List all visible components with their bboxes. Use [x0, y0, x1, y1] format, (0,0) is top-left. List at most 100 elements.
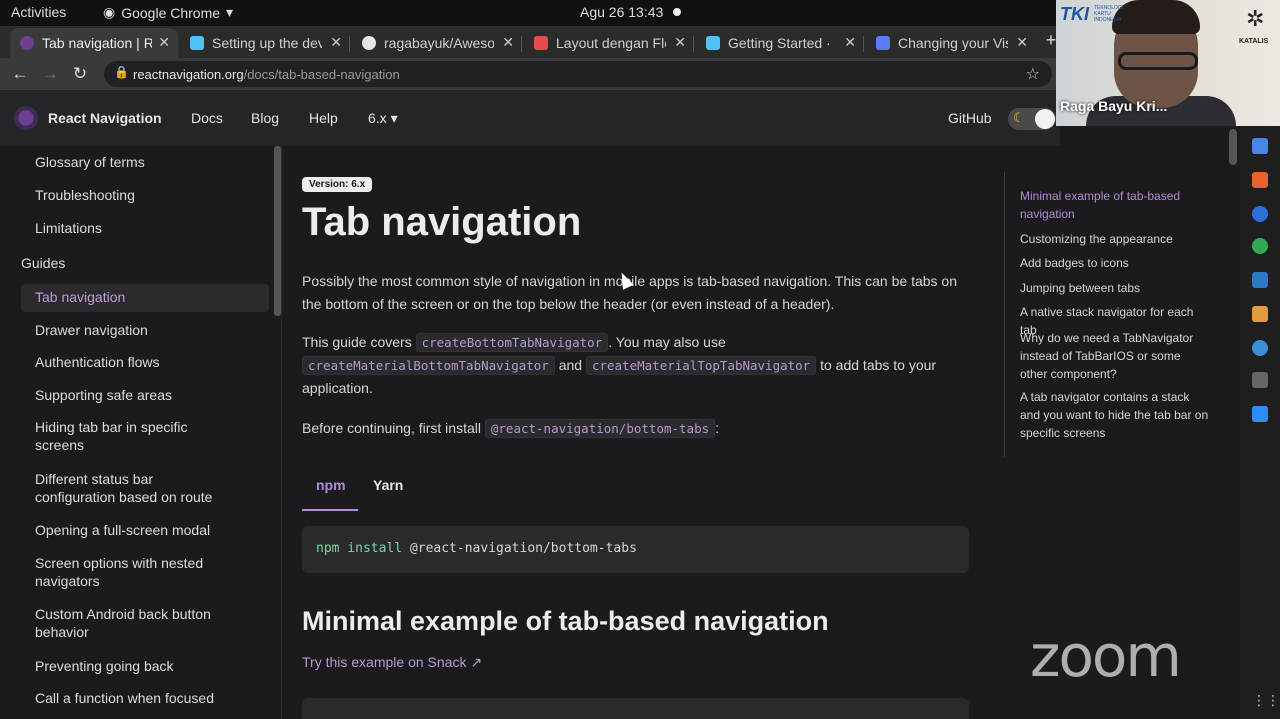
- app-menu-label: Google Chrome: [121, 4, 221, 21]
- sidebar-scrollbar[interactable]: [274, 146, 281, 316]
- snack-link[interactable]: Try this example on Snack ↗: [302, 654, 482, 671]
- page-scrollbar[interactable]: [1226, 126, 1240, 719]
- sidebar-item[interactable]: Drawer navigation: [35, 321, 255, 339]
- terminal-app-icon[interactable]: [1252, 372, 1268, 388]
- close-tab-icon[interactable]: ✕: [1016, 34, 1028, 51]
- sidebar-item[interactable]: Hiding tab bar in specific screens: [35, 418, 215, 454]
- browser-tab[interactable]: Tab navigation | R ✕: [10, 28, 178, 58]
- toc-item[interactable]: A tab navigator contains a stack and you…: [1020, 388, 1210, 442]
- url-text: reactnavigation.org/docs/tab-based-navig…: [133, 67, 400, 82]
- sync-app-icon[interactable]: [1252, 340, 1268, 356]
- sidebar-item[interactable]: Call a function when focused: [35, 689, 255, 707]
- favicon-icon: [20, 36, 34, 50]
- close-tab-icon[interactable]: ✕: [158, 34, 170, 51]
- toc-item[interactable]: Add badges to icons: [1020, 254, 1210, 272]
- reload-icon[interactable]: ↻: [68, 62, 92, 86]
- text: and: [558, 357, 583, 373]
- close-tab-icon[interactable]: ✕: [502, 34, 514, 51]
- favicon-icon: [534, 36, 548, 50]
- app-dock: ⋮⋮: [1240, 126, 1280, 719]
- sidebar-item[interactable]: Limitations: [35, 219, 255, 237]
- toc-item[interactable]: Minimal example of tab-based navigation: [1020, 187, 1210, 223]
- browser-tab[interactable]: ragabayuk/Aweso ✕: [352, 28, 522, 58]
- snack-link-label: Try this example on Snack: [302, 654, 467, 670]
- github-icon: [362, 36, 376, 50]
- tab-separator: [521, 36, 522, 52]
- vscode-app-icon[interactable]: [1252, 272, 1268, 288]
- tab-npm[interactable]: npm: [316, 477, 346, 493]
- zoom-app-icon[interactable]: [1252, 406, 1268, 422]
- back-icon[interactable]: ←: [8, 62, 32, 86]
- tab-separator: [349, 36, 350, 52]
- bookmark-star-icon[interactable]: ☆: [1026, 64, 1040, 84]
- sidebar-item-tab-navigation[interactable]: Tab navigation: [35, 288, 255, 306]
- zoom-watermark: zoom: [1030, 622, 1182, 690]
- lock-icon[interactable]: 🔒: [114, 65, 129, 79]
- forward-icon[interactable]: →: [38, 62, 62, 86]
- close-tab-icon[interactable]: ✕: [674, 34, 686, 51]
- sidebar-item[interactable]: Screen options with nested navigators: [35, 554, 225, 590]
- tab-title: Setting up the dev: [212, 35, 322, 51]
- active-tab-underline: [302, 509, 358, 511]
- text: . You may also use: [608, 334, 726, 350]
- url-domain: reactnavigation.org: [133, 67, 244, 82]
- activities-button[interactable]: Activities: [11, 4, 66, 20]
- nav-link-docs[interactable]: Docs: [191, 110, 223, 126]
- tab-title: Getting Started ·: [728, 35, 831, 51]
- tab-title: Layout dengan Fle: [556, 35, 666, 51]
- caret-down-icon: ▾: [390, 110, 398, 126]
- docs-app-icon[interactable]: [1252, 138, 1268, 154]
- section-heading: Minimal example of tab-based navigation: [302, 606, 829, 636]
- tab-yarn[interactable]: Yarn: [373, 477, 403, 493]
- sidebar-category-guides[interactable]: Guides: [21, 255, 65, 271]
- site-brand[interactable]: React Navigation: [48, 110, 162, 126]
- sidebar-item[interactable]: Preventing going back: [35, 657, 255, 675]
- covers-paragraph: This guide covers createBottomTabNavigat…: [302, 331, 970, 400]
- clock[interactable]: Agu 26 13:43: [580, 4, 663, 20]
- text: :: [715, 420, 720, 436]
- version-dropdown[interactable]: 6.x ▾: [368, 110, 398, 127]
- browser-tab[interactable]: Layout dengan Fle ✕: [524, 28, 694, 58]
- sidebar-item[interactable]: Different status bar configuration based…: [35, 470, 235, 506]
- nav-link-blog[interactable]: Blog: [251, 110, 279, 126]
- inline-code: createMaterialTopTabNavigator: [585, 356, 817, 375]
- sidebar-item[interactable]: Glossary of terms: [35, 153, 255, 171]
- notes-app-icon[interactable]: [1252, 306, 1268, 322]
- react-navigation-logo-icon[interactable]: [14, 106, 38, 130]
- inline-code: createMaterialBottomTabNavigator: [302, 356, 555, 375]
- close-tab-icon[interactable]: ✕: [844, 34, 856, 51]
- dark-mode-toggle[interactable]: ☾: [1008, 108, 1056, 130]
- toc-item[interactable]: Jumping between tabs: [1020, 279, 1210, 297]
- browser-tab[interactable]: Getting Started · ✕: [696, 28, 864, 58]
- toc-item[interactable]: Why do we need a TabNavigator instead of…: [1020, 329, 1210, 383]
- sidebar-item[interactable]: Custom Android back button behavior: [35, 605, 235, 641]
- sidebar-item[interactable]: Supporting safe areas: [35, 386, 255, 404]
- code-block[interactable]: [302, 698, 969, 719]
- browser-tab[interactable]: Setting up the dev ✕: [180, 28, 350, 58]
- code-block[interactable]: npm install @react-navigation/bottom-tab…: [302, 526, 969, 573]
- browser-app-icon[interactable]: [1252, 206, 1268, 222]
- favicon-icon: [876, 36, 890, 50]
- chrome-icon: ◉: [103, 4, 116, 20]
- toc-item[interactable]: Customizing the appearance: [1020, 230, 1210, 248]
- nav-link-help[interactable]: Help: [309, 110, 338, 126]
- close-tab-icon[interactable]: ✕: [330, 34, 342, 51]
- sidebar-item[interactable]: Opening a full-screen modal: [35, 521, 255, 539]
- app-grid-icon[interactable]: ⋮⋮: [1252, 692, 1280, 709]
- app-menu[interactable]: ◉ Google Chrome ▾: [103, 4, 233, 21]
- sidebar-item[interactable]: Troubleshooting: [35, 186, 255, 204]
- katalis-logo-icon: ✲: [1246, 6, 1265, 31]
- toggle-knob: [1035, 109, 1055, 129]
- software-app-icon[interactable]: [1252, 172, 1268, 188]
- video-participant-tile[interactable]: TKI TEKNOLOGI KARTU INDONESIA ✲ KATALIS …: [1056, 0, 1280, 126]
- github-link[interactable]: GitHub: [948, 110, 992, 126]
- browser-tab[interactable]: Changing your Vis ✕: [866, 28, 1036, 58]
- address-bar[interactable]: 🔒 reactnavigation.org/docs/tab-based-nav…: [104, 61, 1052, 87]
- tab-separator: [693, 36, 694, 52]
- tki-logo: TKI: [1060, 4, 1089, 24]
- table-of-contents: Minimal example of tab-based navigation …: [1004, 172, 1226, 457]
- scrollbar-thumb[interactable]: [1229, 129, 1237, 165]
- sidebar-item[interactable]: Authentication flows: [35, 353, 255, 371]
- chrome-app-icon[interactable]: [1252, 238, 1268, 254]
- doc-content: Version: 6.x Tab navigation Possibly the…: [282, 146, 1004, 719]
